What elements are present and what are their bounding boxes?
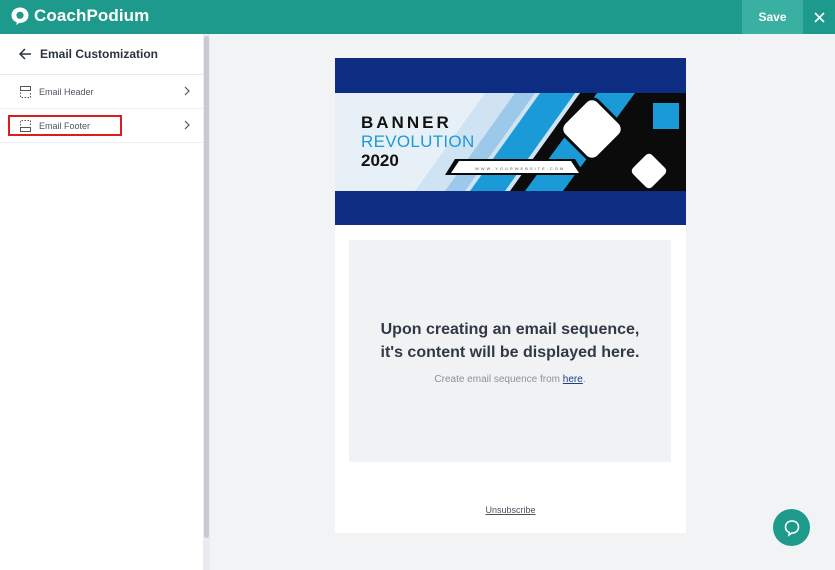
placeholder-title: Upon creating an email sequence, it's co…	[349, 318, 671, 364]
header-layout-icon	[20, 85, 31, 98]
sidebar-item-email-header[interactable]: Email Header	[0, 75, 203, 109]
save-button[interactable]: Save	[742, 0, 803, 34]
chat-bubble-icon	[784, 519, 799, 537]
placeholder-subtitle-suffix: .	[582, 374, 586, 385]
email-content-placeholder: Upon creating an email sequence, it's co…	[349, 240, 671, 462]
selection-highlight	[8, 115, 122, 136]
banner-title-line3: 2020	[361, 151, 399, 170]
close-icon	[813, 11, 825, 23]
email-preview: BANNER REVOLUTION 2020 WWW.YOURWEBSITE.C…	[335, 58, 686, 533]
placeholder-title-line2: it's content will be displayed here.	[380, 344, 640, 361]
sidebar-scrollbar-thumb[interactable]	[204, 36, 209, 538]
placeholder-subtitle: Create email sequence from here.	[349, 374, 671, 385]
app-name: CoachPodium	[34, 6, 150, 25]
app-logo[interactable]: CoachPodium	[10, 5, 149, 27]
customization-sidebar: Email Customization Email Header Email F…	[0, 34, 203, 570]
placeholder-subtitle-text: Create email sequence from	[434, 374, 563, 385]
banner-image: BANNER REVOLUTION 2020 WWW.YOURWEBSITE.C…	[335, 93, 686, 191]
banner-title-line2: REVOLUTION	[361, 132, 475, 151]
sidebar-item-email-footer[interactable]: Email Footer	[0, 109, 203, 143]
placeholder-title-line1: Upon creating an email sequence,	[380, 321, 640, 338]
back-arrow-icon[interactable]	[18, 47, 32, 61]
sidebar-header: Email Customization	[0, 34, 203, 75]
help-chat-button[interactable]	[773, 509, 810, 546]
create-sequence-link[interactable]: here	[563, 374, 583, 385]
email-header-banner[interactable]: BANNER REVOLUTION 2020 WWW.YOURWEBSITE.C…	[335, 58, 686, 225]
unsubscribe-link[interactable]: Unsubscribe	[335, 505, 686, 515]
close-button[interactable]	[803, 0, 835, 34]
chevron-right-icon	[184, 86, 190, 96]
sidebar-item-label: Email Header	[39, 86, 94, 97]
banner-title-line1: BANNER	[361, 113, 452, 132]
banner-website: WWW.YOURWEBSITE.COM	[475, 166, 566, 171]
sidebar-title: Email Customization	[40, 47, 159, 61]
chevron-right-icon	[184, 120, 190, 130]
coachpodium-logo-icon	[11, 7, 29, 25]
top-bar: CoachPodium Save	[0, 0, 835, 34]
